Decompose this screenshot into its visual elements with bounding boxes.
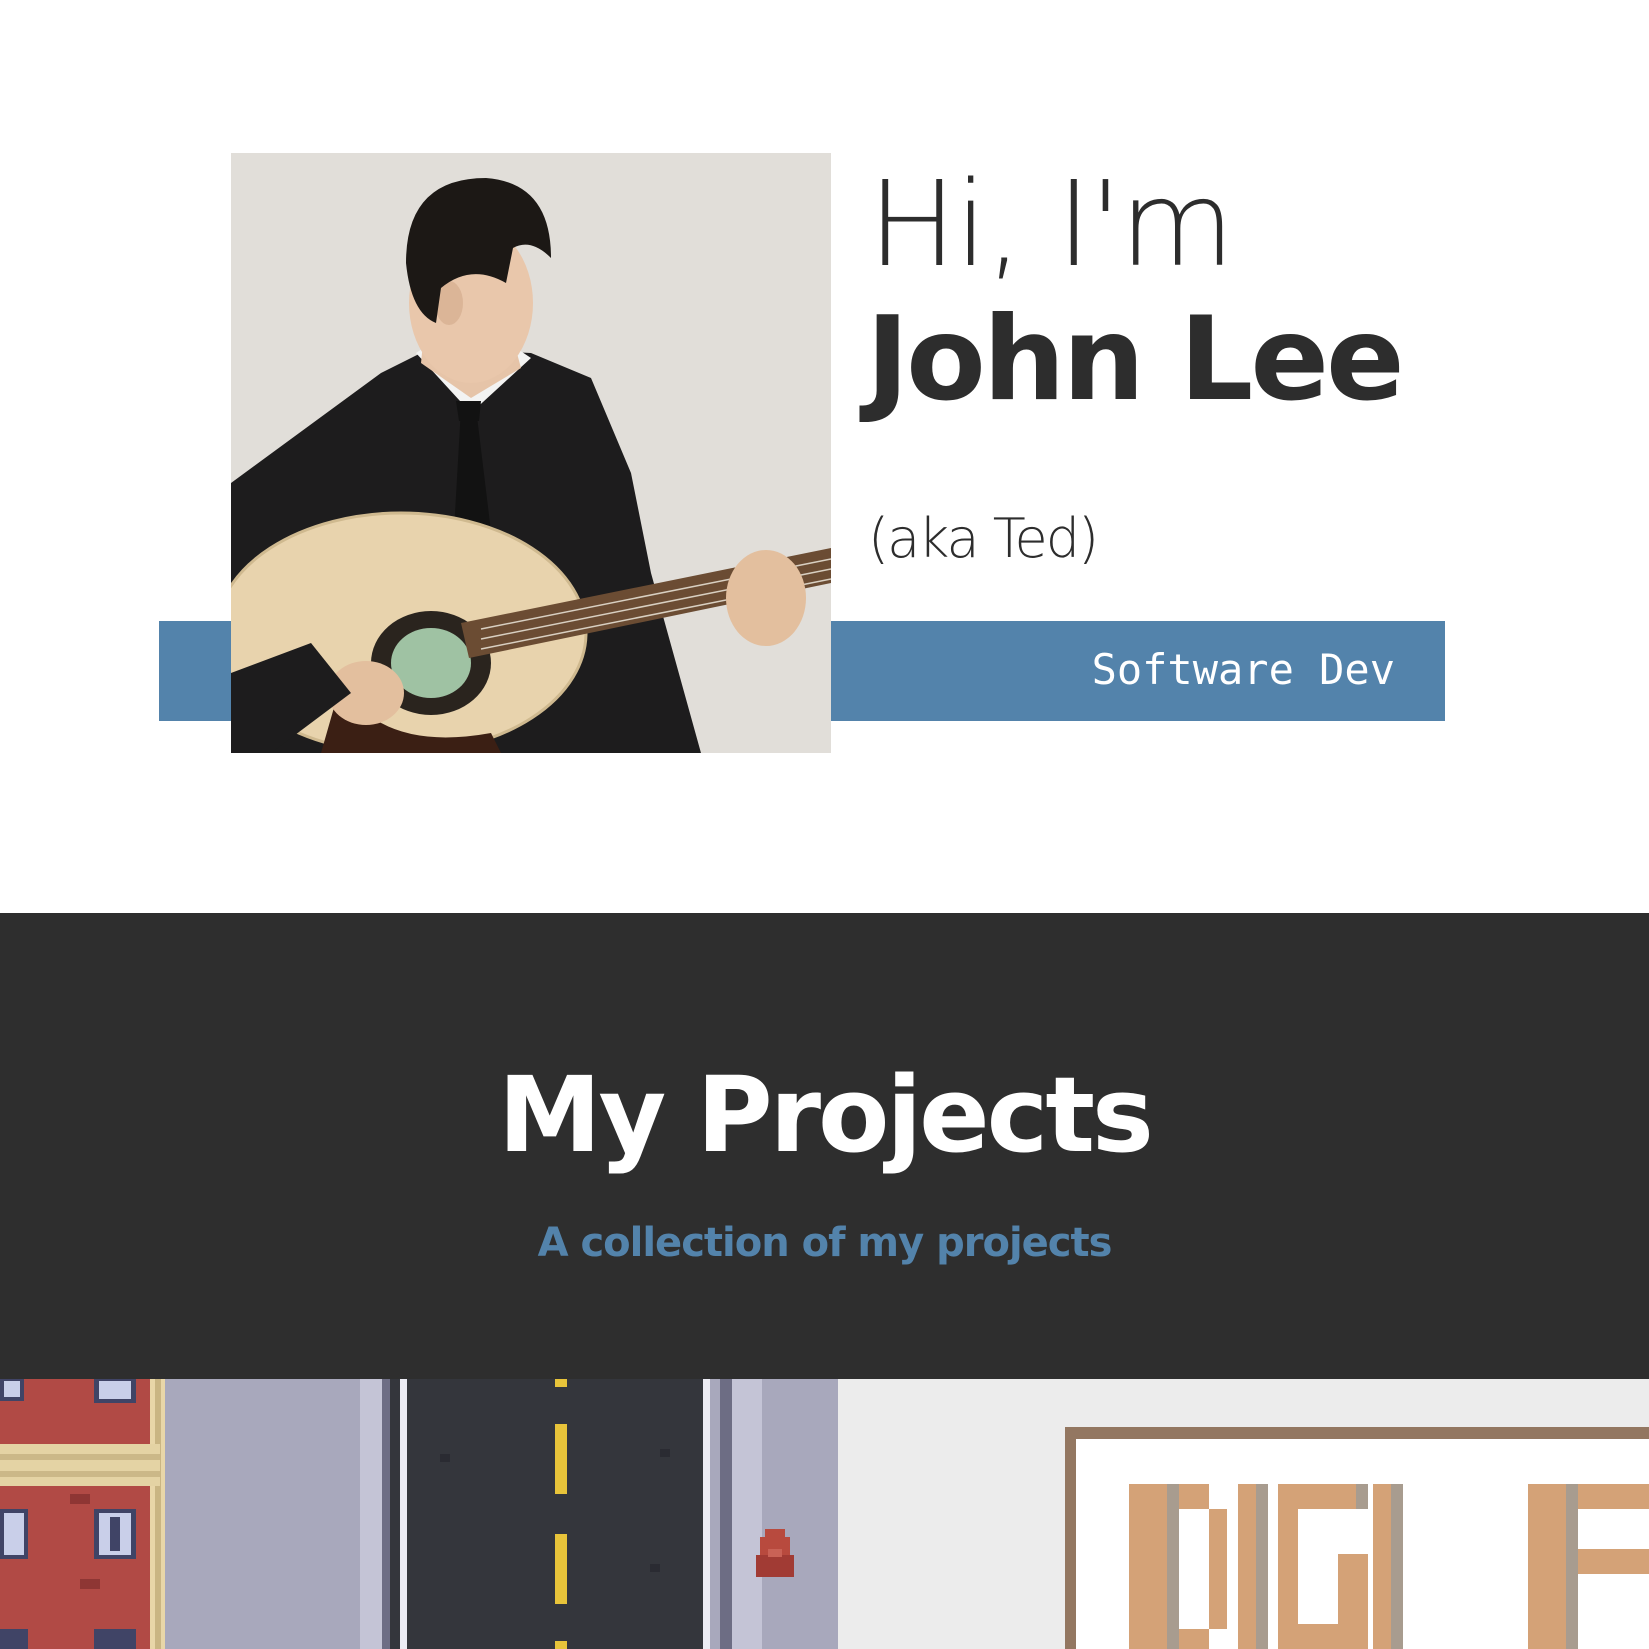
profile-photo: [231, 153, 831, 753]
hero-role: Software Dev: [1091, 645, 1395, 694]
hero-greeting: Hi, I'm: [868, 155, 1235, 293]
projects-section: My Projects A collection of my projects: [0, 913, 1649, 1379]
digi-pixel-logo-thumbnail[interactable]: [838, 1379, 1649, 1649]
pixel-city-game-thumbnail[interactable]: [0, 1379, 838, 1649]
projects-subtitle: A collection of my projects: [537, 1220, 1113, 1266]
projects-title: My Projects: [498, 1054, 1154, 1176]
hero-name: John Lee: [866, 292, 1405, 427]
hero-nickname: (aka Ted): [868, 507, 1099, 570]
hero-section: Hi, I'm John Lee (aka Ted) Software Dev: [0, 0, 1649, 913]
